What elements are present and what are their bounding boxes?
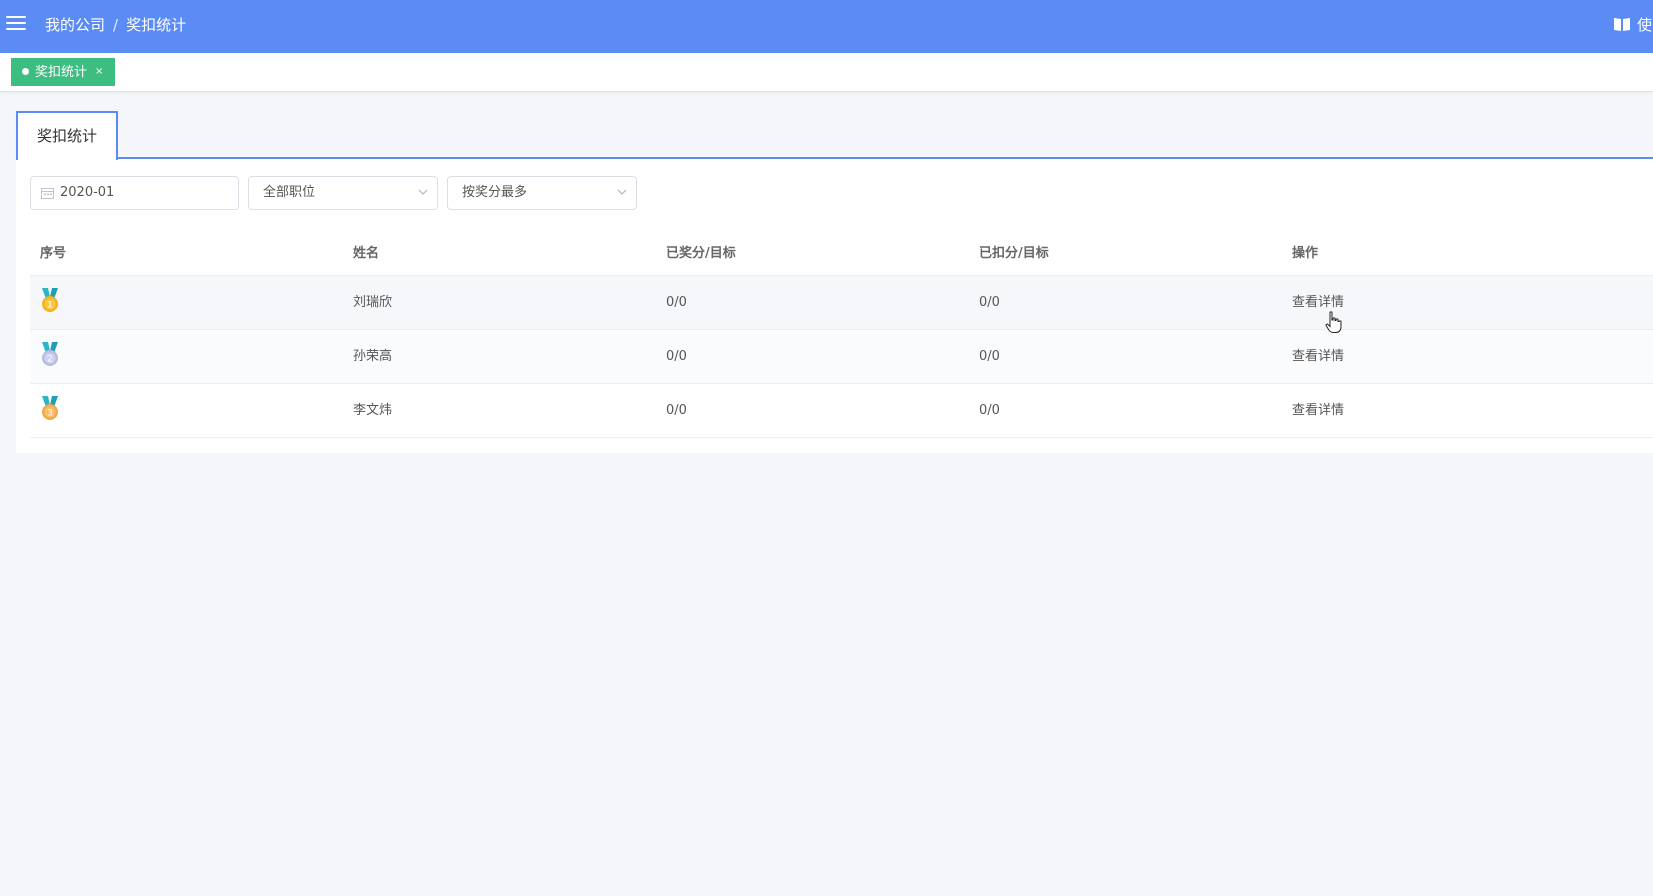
chevron-down-icon xyxy=(617,189,627,195)
chevron-down-icon xyxy=(418,189,428,195)
main-panel: 奖扣统计 2020-01 全部职位 按奖分最多 序号 姓名 已奖分/目标 已扣分… xyxy=(16,111,1653,453)
employee-name: 李文炜 xyxy=(353,403,393,418)
tag-label: 奖扣统计 xyxy=(35,65,88,80)
hand-cursor-icon xyxy=(1325,311,1342,333)
silver-medal-icon: 2 xyxy=(42,342,58,366)
column-header-awarded: 已奖分/目标 xyxy=(666,246,736,261)
table-row: 3 李文炜 0/0 0/0 查看详情 xyxy=(30,384,1653,438)
view-details-link[interactable]: 查看详情 xyxy=(1292,330,1344,384)
employee-name: 刘瑞欣 xyxy=(353,295,393,310)
view-details-link[interactable]: 查看详情 xyxy=(1292,384,1344,438)
employee-name: 孙荣高 xyxy=(353,349,393,364)
tags-bar: 奖扣统计 × xyxy=(0,53,1653,92)
tag-reward-stats[interactable]: 奖扣统计 × xyxy=(11,58,116,86)
position-select[interactable]: 全部职位 xyxy=(248,176,438,210)
month-value: 2020-01 xyxy=(60,185,115,200)
deducted-score: 0/0 xyxy=(979,349,1000,364)
column-header-action: 操作 xyxy=(1292,246,1319,261)
help-manual-label: 使 xyxy=(1637,16,1653,34)
deducted-score: 0/0 xyxy=(979,295,1000,310)
awarded-score: 0/0 xyxy=(666,403,687,418)
table-header: 序号 姓名 已奖分/目标 已扣分/目标 操作 xyxy=(30,231,1653,276)
active-dot-icon xyxy=(22,68,29,75)
book-icon xyxy=(1614,18,1630,31)
awarded-score: 0/0 xyxy=(666,295,687,310)
sort-value: 按奖分最多 xyxy=(462,185,528,200)
column-header-deducted: 已扣分/目标 xyxy=(979,246,1049,261)
awarded-score: 0/0 xyxy=(666,349,687,364)
month-picker[interactable]: 2020-01 xyxy=(30,176,239,210)
svg-text:2: 2 xyxy=(47,355,53,365)
menu-toggle-icon[interactable] xyxy=(6,14,26,32)
table-row: 1 刘瑞欣 0/0 0/0 查看详情 xyxy=(30,276,1653,330)
column-header-index: 序号 xyxy=(40,246,67,261)
help-manual-link[interactable]: 使 xyxy=(1613,15,1653,37)
calendar-icon xyxy=(41,188,54,199)
svg-text:1: 1 xyxy=(47,301,53,311)
sort-select[interactable]: 按奖分最多 xyxy=(447,176,637,210)
ranking-table: 序号 姓名 已奖分/目标 已扣分/目标 操作 1 刘瑞欣 0/0 0/0 查看详… xyxy=(30,231,1653,438)
table-row: 2 孙荣高 0/0 0/0 查看详情 xyxy=(30,330,1653,384)
gold-medal-icon: 1 xyxy=(42,288,58,312)
position-value: 全部职位 xyxy=(263,185,316,200)
column-header-name: 姓名 xyxy=(353,246,380,261)
breadcrumb: 我的公司 / 奖扣统计 xyxy=(45,15,186,35)
breadcrumb-item-company[interactable]: 我的公司 xyxy=(45,16,105,34)
breadcrumb-separator: / xyxy=(113,16,119,34)
breadcrumb-item-current: 奖扣统计 xyxy=(126,16,187,34)
close-icon[interactable]: × xyxy=(95,66,103,77)
deducted-score: 0/0 xyxy=(979,403,1000,418)
tab-reward-stats[interactable]: 奖扣统计 xyxy=(16,111,118,160)
top-bar: 我的公司 / 奖扣统计 使 xyxy=(0,0,1653,53)
tab-strip: 奖扣统计 xyxy=(16,111,1653,160)
svg-text:3: 3 xyxy=(47,409,53,419)
bronze-medal-icon: 3 xyxy=(42,396,58,420)
